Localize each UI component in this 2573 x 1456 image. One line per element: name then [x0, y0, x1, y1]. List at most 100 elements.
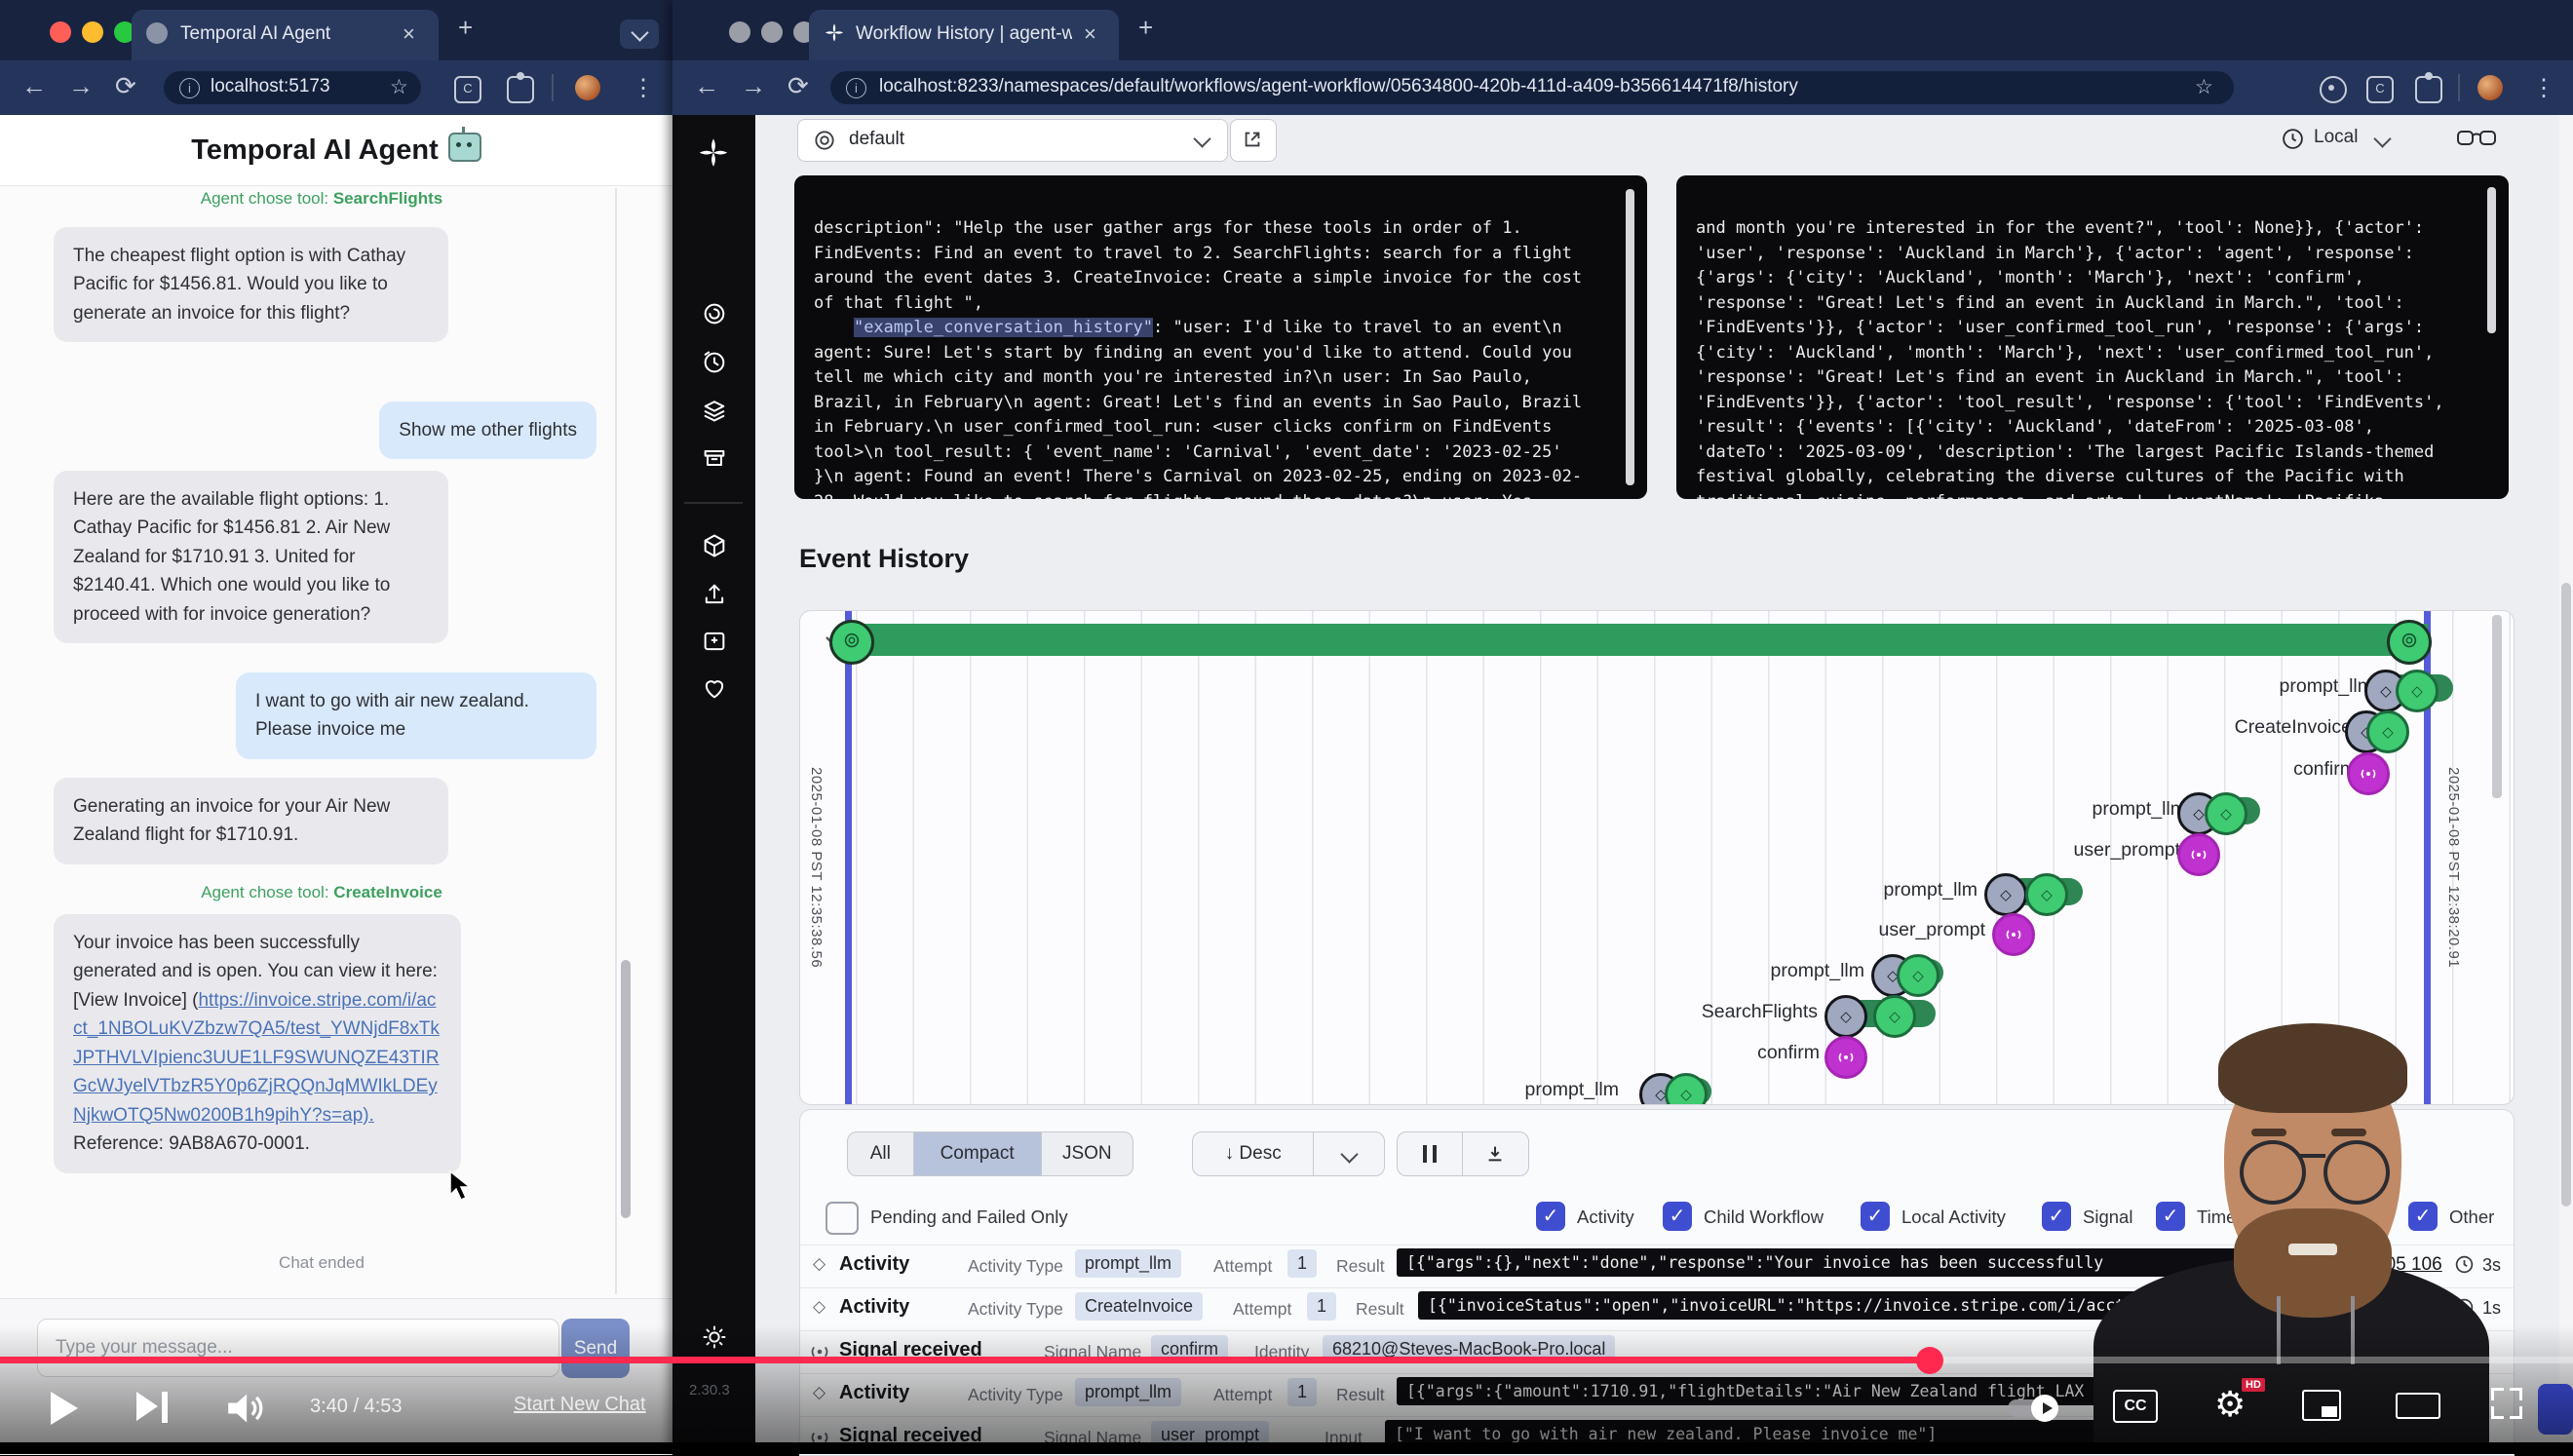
tab-compact[interactable]: Compact — [914, 1132, 1042, 1175]
tab-favicon-globe-icon — [146, 22, 168, 44]
chat-scrollbar-thumb[interactable] — [621, 960, 631, 1218]
workflow-input-json-panel[interactable]: description": "Help the user gather args… — [794, 175, 1647, 499]
extension-icon[interactable]: C — [454, 76, 481, 103]
filter-signal-checkbox[interactable]: ✓ — [2042, 1202, 2071, 1231]
panel-scrollbar-thumb[interactable] — [2487, 187, 2496, 333]
site-info-icon[interactable]: i — [179, 78, 200, 98]
signal-marker[interactable] — [1992, 913, 2035, 956]
page-scrollbar-thumb[interactable] — [2561, 583, 2571, 1207]
batch-operations-nav-icon[interactable] — [701, 444, 728, 472]
puzzle-extensions-icon[interactable] — [507, 76, 534, 103]
browser-tab[interactable]: Workflow History | agent-wor × — [809, 10, 1119, 60]
puzzle-extensions-icon[interactable] — [2415, 76, 2442, 103]
activity-completed-marker[interactable]: ◇ — [2025, 873, 2068, 916]
timeline-scrollbar-thumb[interactable] — [2492, 615, 2502, 798]
sort-dropdown-button[interactable] — [1314, 1132, 1384, 1175]
sort-desc-button[interactable]: ↓ Desc — [1193, 1132, 1314, 1175]
address-bar[interactable]: i localhost:8233/namespaces/default/work… — [830, 71, 2234, 104]
chat-header: Temporal AI Agent — [0, 115, 672, 186]
browser-menu-icon[interactable]: ⋮ — [632, 74, 655, 102]
progress-scrubber-dot[interactable] — [1916, 1347, 1943, 1374]
browser-menu-icon[interactable]: ⋮ — [2532, 74, 2555, 102]
start-new-chat-link[interactable]: Start New Chat — [514, 1394, 646, 1416]
captions-button[interactable]: CC — [2113, 1390, 2158, 1423]
workflow-start-marker[interactable]: ⊚ — [829, 620, 874, 665]
tab-search-button[interactable] — [620, 19, 659, 49]
feedback-nav-icon[interactable] — [701, 628, 728, 655]
filter-child-workflow-checkbox[interactable]: ✓ — [1663, 1202, 1692, 1231]
password-eye-icon[interactable] — [2320, 76, 2347, 103]
forward-button[interactable]: → — [741, 73, 766, 98]
site-info-icon[interactable]: i — [846, 78, 866, 98]
signal-marker[interactable] — [2347, 752, 2390, 795]
autoplay-toggle[interactable] — [2008, 1399, 2055, 1417]
close-window-button[interactable] — [50, 21, 71, 43]
activity-scheduled-marker[interactable]: ◇ — [1984, 873, 2027, 916]
progress-played — [0, 1357, 1930, 1363]
minimize-window-button[interactable] — [761, 21, 783, 43]
pause-download-group — [1397, 1131, 1529, 1176]
timezone-select[interactable]: Local — [2314, 127, 2358, 148]
timeline-event-label: prompt_llm — [1346, 1079, 1619, 1101]
theater-mode-button[interactable] — [2396, 1393, 2440, 1419]
next-button[interactable] — [136, 1392, 175, 1425]
labs-glasses-icon[interactable] — [2456, 125, 2497, 152]
volume-icon[interactable] — [226, 1392, 265, 1425]
minimize-window-button[interactable] — [82, 21, 103, 43]
signal-marker[interactable] — [2177, 833, 2220, 876]
signal-marker[interactable] — [1824, 1036, 1867, 1079]
panel-scrollbar-thumb[interactable] — [1626, 189, 1634, 485]
bookmark-star-icon[interactable]: ☆ — [2195, 75, 2213, 99]
activity-completed-marker[interactable]: ◇ — [2396, 670, 2439, 712]
workflow-result-json-panel[interactable]: and month you're interested in for the e… — [1676, 175, 2509, 499]
temporal-logo-icon[interactable] — [695, 136, 732, 173]
chat-page: Temporal AI Agent Agent chose tool: Sear… — [0, 115, 672, 1454]
activity-completed-marker[interactable]: ◇ — [1897, 954, 1939, 997]
schedules-nav-icon[interactable] — [701, 349, 728, 376]
back-button[interactable]: ← — [694, 73, 719, 98]
miniplayer-button[interactable] — [2302, 1390, 2341, 1421]
page-title: Temporal AI Agent — [0, 133, 672, 167]
workflow-end-marker[interactable]: ⊚ — [2387, 620, 2432, 665]
workflows-nav-icon[interactable] — [701, 300, 728, 327]
address-bar[interactable]: i localhost:5173 ☆ — [164, 71, 421, 104]
tab-close-icon[interactable]: × — [1084, 21, 1096, 47]
extension-icon[interactable]: C — [2366, 76, 2394, 103]
import-nav-icon[interactable] — [701, 581, 728, 608]
filter-local-activity-checkbox[interactable]: ✓ — [1861, 1202, 1890, 1231]
download-history-button[interactable] — [1463, 1132, 1529, 1175]
progress-bar[interactable] — [0, 1357, 2573, 1363]
profile-avatar[interactable] — [2477, 75, 2503, 100]
browser-tab[interactable]: Temporal AI Agent × — [132, 10, 439, 60]
close-window-button[interactable] — [729, 21, 750, 43]
namespace-select[interactable]: default — [797, 119, 1228, 162]
reload-button[interactable]: ⟳ — [787, 73, 809, 98]
new-tab-button[interactable]: + — [458, 15, 473, 40]
profile-avatar[interactable] — [575, 75, 600, 100]
mouse-cursor — [448, 1169, 474, 1203]
back-button[interactable]: ← — [21, 73, 47, 98]
left-url-toolbar: ← → ⟳ i localhost:5173 ☆ C ⋮ — [0, 60, 672, 115]
new-tab-button[interactable]: + — [1138, 15, 1153, 40]
activity-completed-marker[interactable]: ◇ — [1873, 995, 1916, 1038]
open-namespace-button[interactable] — [1230, 119, 1277, 162]
support-heart-nav-icon[interactable] — [701, 674, 728, 702]
filter-activity-checkbox[interactable]: ✓ — [1536, 1202, 1565, 1231]
activity-scheduled-marker[interactable]: ◇ — [1824, 995, 1867, 1038]
bookmark-star-icon[interactable]: ☆ — [390, 75, 408, 99]
video-frame: Temporal AI Agent × + ← → ⟳ i localhost:… — [0, 0, 2573, 1454]
play-button[interactable] — [51, 1392, 78, 1425]
reload-button[interactable]: ⟳ — [115, 73, 136, 98]
pause-button[interactable] — [1398, 1132, 1463, 1175]
workflow-execution-bar[interactable] — [849, 624, 2428, 656]
task-queues-nav-icon[interactable] — [701, 397, 728, 424]
forward-button[interactable]: → — [68, 73, 94, 98]
pending-failed-checkbox[interactable] — [826, 1202, 859, 1235]
activity-completed-marker[interactable]: ◇ — [2366, 710, 2409, 753]
labs-cube-nav-icon[interactable] — [701, 532, 728, 559]
tab-close-icon[interactable]: × — [403, 21, 415, 47]
tab-json[interactable]: JSON — [1042, 1132, 1133, 1175]
activity-completed-marker[interactable]: ◇ — [2205, 792, 2247, 835]
tab-all[interactable]: All — [848, 1132, 914, 1175]
fullscreen-button[interactable] — [2491, 1388, 2522, 1419]
